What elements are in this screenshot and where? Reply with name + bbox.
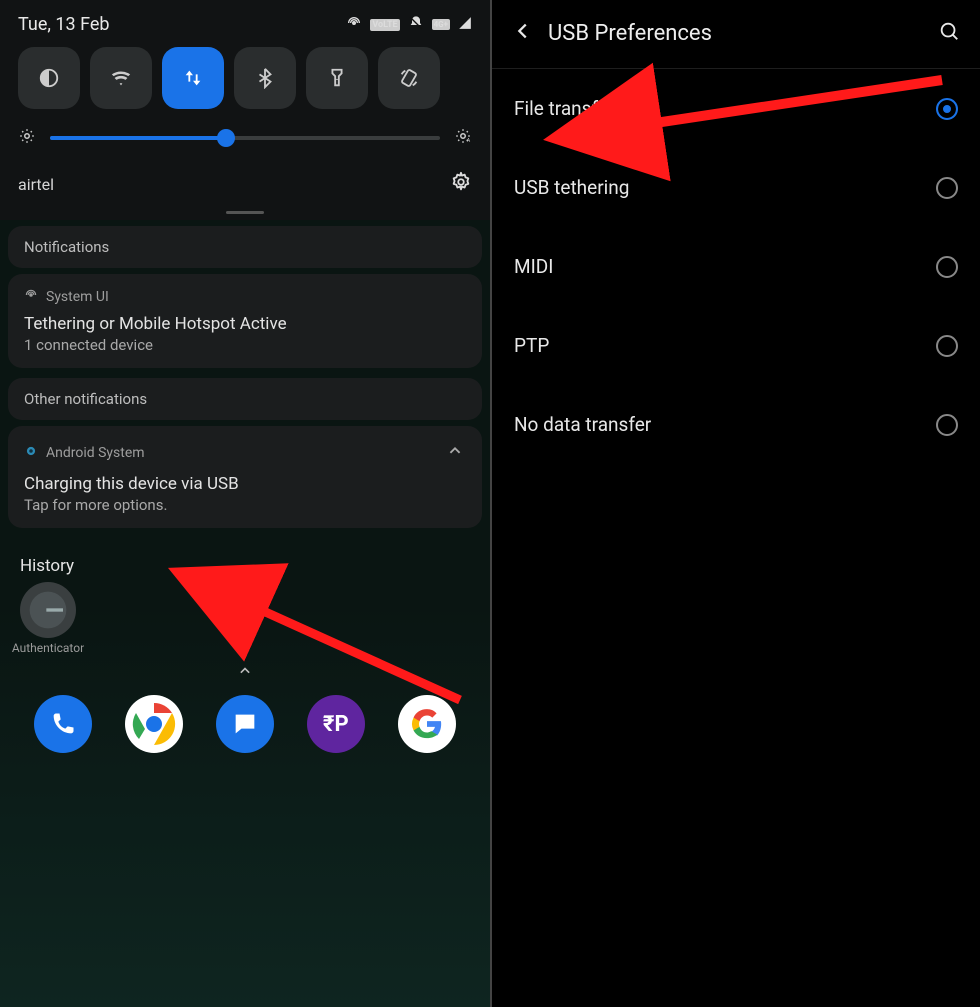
dock: ₹P [0, 695, 490, 753]
usb-option-label: No data transfer [514, 413, 651, 436]
dock-icon-chrome[interactable] [125, 695, 183, 753]
notif-app-name: System UI [46, 289, 109, 305]
notif-body: Tap for more options. [24, 496, 466, 514]
qs-tile-dnd[interactable] [18, 47, 80, 109]
carrier-label: airtel [18, 175, 54, 194]
volte-badge: VoLTE [370, 19, 399, 31]
usb-option-ptp[interactable]: PTP [510, 306, 962, 385]
back-icon[interactable] [512, 20, 534, 46]
status-date[interactable]: Tue, 13 Feb [18, 14, 110, 35]
qs-tile-bluetooth[interactable] [234, 47, 296, 109]
notif-card-system-ui[interactable]: System UI Tethering or Mobile Hotspot Ac… [8, 274, 482, 368]
brightness-slider[interactable] [50, 136, 440, 140]
phonepe-symbol: ₹P [323, 712, 349, 737]
usb-option-midi[interactable]: MIDI [510, 227, 962, 306]
qs-tile-wifi[interactable] [90, 47, 152, 109]
settings-gear-icon[interactable] [450, 171, 472, 197]
signal-icon [458, 15, 472, 34]
notif-title: Charging this device via USB [24, 474, 466, 494]
svg-text:A: A [467, 138, 471, 144]
app-drawer-indicator[interactable] [0, 661, 490, 685]
status-icons: VoLTE 4G+ [346, 15, 472, 35]
other-notifications-header: Other notifications [8, 378, 482, 420]
usb-option-label: File transfer [514, 97, 614, 120]
hotspot-status-icon [346, 15, 362, 35]
notif-title: Tethering or Mobile Hotspot Active [24, 314, 466, 334]
notif-app-name: Android System [46, 445, 145, 461]
notif-card-android-system[interactable]: Android System Charging this device via … [8, 426, 482, 528]
collapse-chevron-icon[interactable] [444, 440, 466, 466]
dock-icon-phonepe[interactable]: ₹P [307, 695, 365, 753]
usb-option-usb-tethering[interactable]: USB tethering [510, 148, 962, 227]
notif-body: 1 connected device [24, 336, 466, 354]
brightness-slider-thumb[interactable] [217, 129, 235, 147]
brightness-slider-fill [50, 136, 226, 140]
quick-settings-panel: Tue, 13 Feb VoLTE 4G+ [0, 0, 490, 220]
usb-prefs-header: USB Preferences [510, 0, 962, 68]
usb-option-label: USB tethering [514, 176, 629, 199]
usb-option-file-transfer[interactable]: File transfer [510, 69, 962, 148]
dock-icon-messages[interactable] [216, 695, 274, 753]
mute-icon [408, 15, 424, 35]
usb-prefs-title: USB Preferences [548, 21, 924, 46]
qs-drag-handle[interactable] [226, 211, 264, 214]
usb-option-label: MIDI [514, 255, 553, 278]
usb-preferences-screen: USB Preferences File transfer USB tetheri… [490, 0, 980, 1007]
usb-options-list: File transfer USB tethering MIDI PTP No data… [510, 69, 962, 464]
usb-option-label: PTP [514, 334, 549, 357]
qs-tile-flashlight[interactable] [306, 47, 368, 109]
history-app-authenticator[interactable] [20, 582, 76, 638]
notif-app-row: System UI [24, 288, 466, 306]
radio-icon[interactable] [936, 177, 958, 199]
notifications-header-label: Notifications [24, 238, 466, 256]
brightness-low-icon [18, 127, 36, 149]
android-system-icon [24, 444, 38, 462]
qs-tile-rotate[interactable] [378, 47, 440, 109]
dock-icon-phone[interactable] [34, 695, 92, 753]
radio-icon[interactable] [936, 335, 958, 357]
carrier-row: airtel [18, 161, 472, 207]
other-notif-header-label: Other notifications [24, 390, 466, 408]
notification-shade: Tue, 13 Feb VoLTE 4G+ [0, 0, 490, 1007]
notif-app-row: Android System [24, 440, 466, 466]
hotspot-icon [24, 288, 38, 306]
network-badge: 4G+ [432, 19, 450, 30]
history-app-label: Authenticator [10, 642, 86, 655]
usb-option-no-data-transfer[interactable]: No data transfer [510, 385, 962, 464]
qs-tile-row [18, 47, 472, 109]
status-bar: Tue, 13 Feb VoLTE 4G+ [18, 14, 472, 35]
radio-icon[interactable] [936, 256, 958, 278]
brightness-slider-row: A [18, 127, 472, 149]
radio-icon[interactable] [936, 414, 958, 436]
radio-icon[interactable] [936, 98, 958, 120]
notifications-header: Notifications [8, 226, 482, 268]
qs-tile-data[interactable] [162, 47, 224, 109]
brightness-auto-icon[interactable]: A [454, 127, 472, 149]
search-icon[interactable] [938, 20, 960, 46]
history-label[interactable]: History [20, 556, 490, 576]
dock-icon-google[interactable] [398, 695, 456, 753]
